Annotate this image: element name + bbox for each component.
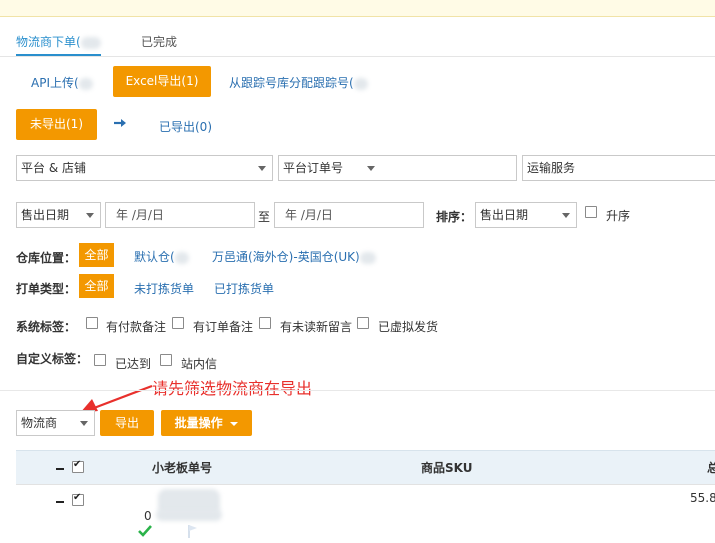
export-button-label: 导出 <box>114 416 139 430</box>
not-exported-label: 未导出(1) <box>30 117 83 131</box>
count-blur <box>353 77 368 90</box>
start-date-placeholder: 年 /月/日 <box>116 208 164 222</box>
picked-link[interactable]: 已打拣货单 <box>214 280 274 297</box>
tab-logistics-order-label: 物流商下单( <box>16 35 81 49</box>
count-blur <box>78 77 93 90</box>
tag-payment-note-label: 有付款备注 <box>106 320 167 334</box>
tag-order-note-label: 有订单备注 <box>193 320 254 334</box>
platform-store-select[interactable]: 平台 & 店铺 <box>16 155 273 181</box>
table-header: 小老板单号 商品SKU 总 <box>16 450 715 484</box>
pick-type-label: 打单类型： <box>16 282 77 296</box>
table-row: 0 55.8 <box>16 484 715 543</box>
select-all-checkbox[interactable] <box>72 459 84 473</box>
date-type-value: 售出日期 <box>21 208 70 222</box>
to-label: 至 <box>258 210 271 224</box>
tab-logistics-order[interactable]: 物流商下单( <box>16 34 101 56</box>
not-exported-button[interactable]: 未导出(1) <box>16 109 97 140</box>
chevron-down-icon <box>80 421 88 426</box>
tag-virtual-shipped-label: 已虚拟发货 <box>378 320 439 334</box>
notice-bar <box>0 0 715 17</box>
amount-value: 55.8 <box>690 491 715 505</box>
platform-store-value: 平台 & 店铺 <box>21 161 86 175</box>
warehouse-all-label: 全部 <box>84 248 109 262</box>
tag-reached-label: 已达到 <box>115 357 152 371</box>
start-date-input[interactable]: 年 /月/日 <box>105 202 255 228</box>
platform-order-no-select[interactable]: 平台订单号 <box>278 155 517 181</box>
batch-actions-button[interactable]: 批量操作 <box>161 410 252 436</box>
sort-value: 售出日期 <box>480 208 529 222</box>
count-blur <box>80 36 101 49</box>
unpicked-label: 未打拣货单 <box>134 282 195 296</box>
tag-site-message-label: 站内信 <box>181 357 218 371</box>
row-checkbox[interactable] <box>72 492 84 506</box>
chevron-down-icon <box>367 166 375 171</box>
order-no-value: 0 <box>144 509 152 523</box>
tag-unread-message-label: 有未读新留言 <box>280 320 353 334</box>
chevron-down-icon <box>86 213 94 218</box>
sort-label: 排序： <box>436 210 473 224</box>
unpicked-link[interactable]: 未打拣货单 <box>134 280 194 297</box>
exported-label: 已导出(0) <box>159 120 212 134</box>
warehouse-overseas-link[interactable]: 万邑通(海外仓)-英国仓(UK) <box>212 248 376 265</box>
tag-site-message-checkbox[interactable] <box>160 354 172 366</box>
ascending-label: 升序 <box>606 209 631 223</box>
pick-type-all-button[interactable]: 全部 <box>79 274 114 298</box>
end-date-placeholder: 年 /月/日 <box>285 208 333 222</box>
tab-excel-export-label: Excel导出(1) <box>125 74 199 88</box>
warehouse-default-label: 默认仓( <box>134 250 175 264</box>
count-blur <box>359 251 376 264</box>
arrow-right-icon <box>112 115 128 131</box>
tab-api-upload[interactable]: API上传( <box>31 74 93 91</box>
carrier-select-value: 物流商 <box>21 416 58 430</box>
tab-tracking-assign-label: 从跟踪号库分配跟踪号( <box>229 76 354 90</box>
chevron-down-icon <box>562 213 570 218</box>
tab-completed-label: 已完成 <box>141 35 178 49</box>
tag-virtual-shipped-checkbox[interactable] <box>357 317 369 329</box>
picked-label: 已打拣货单 <box>214 282 275 296</box>
batch-actions-label: 批量操作 <box>174 416 223 430</box>
warehouse-all-button[interactable]: 全部 <box>79 243 114 267</box>
redacted-blur <box>156 509 222 521</box>
warehouse-overseas-label: 万邑通(海外仓)-英国仓(UK) <box>212 250 360 264</box>
tab-api-upload-label: API上传( <box>31 76 79 90</box>
end-date-input[interactable]: 年 /月/日 <box>274 202 424 228</box>
shipping-service-value: 运输服务 <box>527 161 576 175</box>
pick-type-all-label: 全部 <box>84 279 109 293</box>
count-blur <box>174 251 189 264</box>
flag-icon[interactable] <box>186 523 200 539</box>
annotation-text: 请先筛选物流商在导出 <box>152 379 313 398</box>
exported-link[interactable]: 已导出(0) <box>159 118 212 135</box>
collapse-icon[interactable] <box>56 468 64 470</box>
platform-order-no-value: 平台订单号 <box>283 161 344 175</box>
tag-order-note-checkbox[interactable] <box>172 317 184 329</box>
tab-tracking-assign[interactable]: 从跟踪号库分配跟踪号( <box>229 74 368 91</box>
carrier-select[interactable]: 物流商 <box>16 410 95 436</box>
collapse-icon[interactable] <box>56 501 64 503</box>
export-button[interactable]: 导出 <box>100 410 154 436</box>
header-order-no: 小老板单号 <box>152 461 213 475</box>
warehouse-label: 仓库位置： <box>16 251 77 265</box>
tag-payment-note-checkbox[interactable] <box>86 317 98 329</box>
header-total: 总 <box>707 461 715 475</box>
tab-excel-export[interactable]: Excel导出(1) <box>113 66 211 97</box>
system-tags-label: 系统标签： <box>16 320 77 334</box>
header-sku: 商品SKU <box>421 461 473 475</box>
ascending-checkbox[interactable] <box>585 206 597 218</box>
custom-tags-label: 自定义标签： <box>16 352 89 366</box>
warehouse-default-link[interactable]: 默认仓( <box>134 248 189 265</box>
caret-down-icon <box>230 421 239 426</box>
sort-select[interactable]: 售出日期 <box>475 202 577 228</box>
shipping-service-select[interactable]: 运输服务 <box>522 155 715 181</box>
main-tabs: 物流商下单( 已完成 <box>0 34 715 57</box>
date-type-select[interactable]: 售出日期 <box>16 202 101 228</box>
tab-completed[interactable]: 已完成 <box>141 34 177 54</box>
tag-reached-checkbox[interactable] <box>94 354 106 366</box>
tag-unread-message-checkbox[interactable] <box>259 317 271 329</box>
check-icon <box>137 523 153 539</box>
section-divider <box>0 390 715 391</box>
chevron-down-icon <box>258 166 266 171</box>
